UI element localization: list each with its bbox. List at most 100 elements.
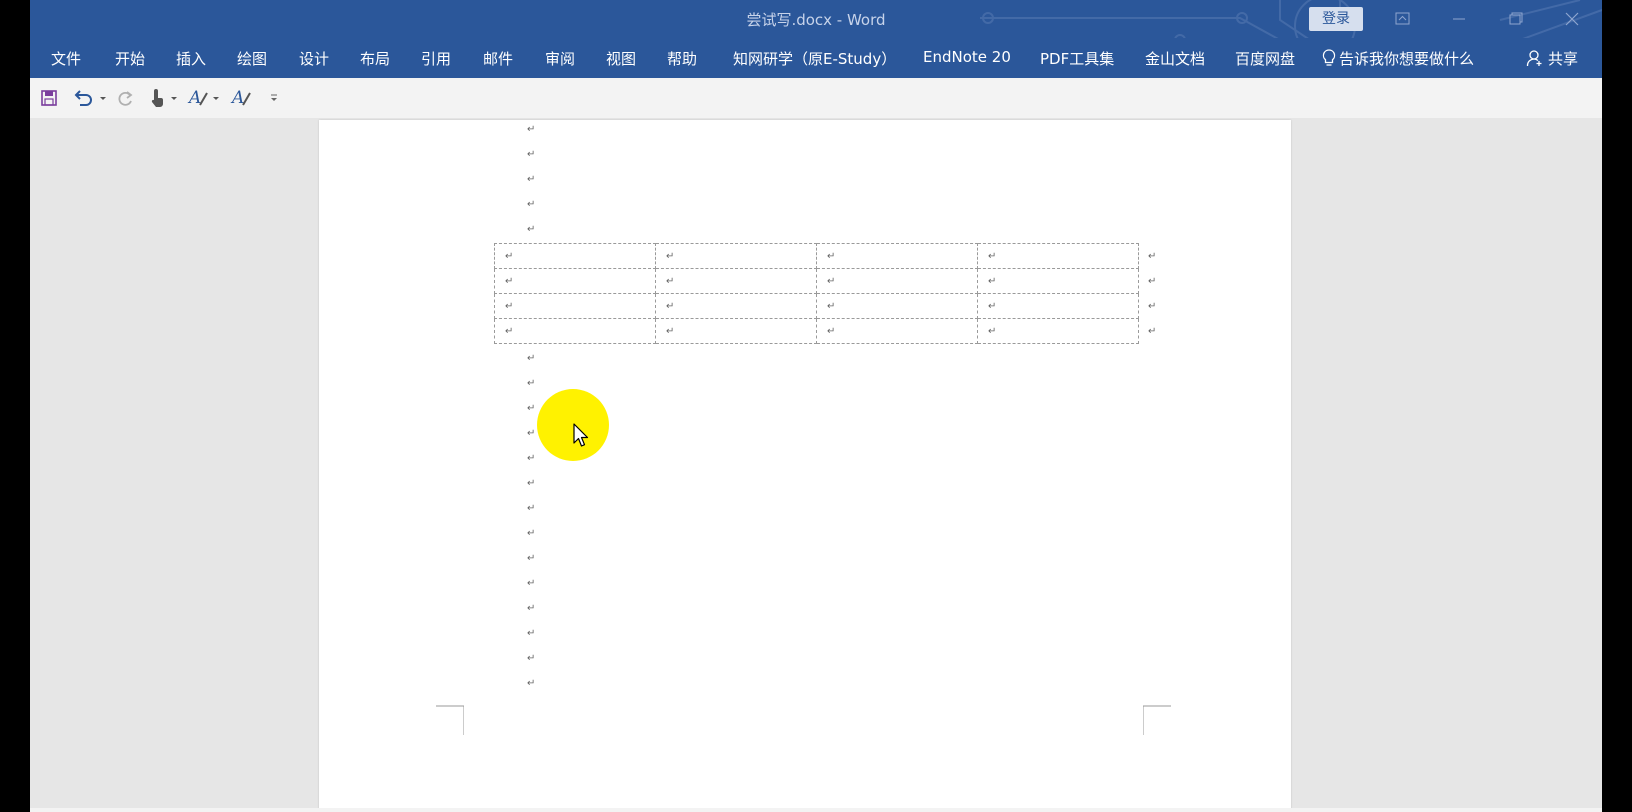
paragraph-mark: ↵ [527, 224, 536, 235]
row-end-mark: ↵ [1148, 251, 1157, 262]
ribbon-display-options-button[interactable] [1384, 6, 1420, 32]
document-table[interactable]: ↵ ↵ ↵ ↵ ↵ ↵ ↵ ↵ ↵ ↵ ↵ ↵ ↵ ↵ ↵ ↵ [494, 243, 1139, 344]
paragraph-mark: ↵ [527, 678, 536, 689]
minimize-button[interactable] [1441, 6, 1477, 32]
paragraph-mark: ↵ [527, 378, 536, 389]
svg-text:A: A [187, 88, 201, 108]
paragraph-mark: ↵ [527, 578, 536, 589]
tab-file[interactable]: 文件 [51, 48, 81, 69]
text-style-button[interactable]: A [230, 87, 256, 109]
svg-text:A: A [230, 88, 244, 108]
table-cell[interactable]: ↵ [816, 243, 978, 269]
restore-icon [1509, 12, 1523, 25]
touch-mode-icon [151, 89, 177, 107]
save-icon [41, 90, 57, 106]
ribbon-display-icon [1395, 12, 1410, 25]
tab-layout[interactable]: 布局 [360, 48, 390, 69]
close-button[interactable] [1554, 6, 1590, 32]
table-cell[interactable]: ↵ [816, 268, 978, 294]
margin-crop-mark-left [436, 705, 464, 735]
tab-review[interactable]: 审阅 [545, 48, 575, 69]
table-cell[interactable]: ↵ [655, 318, 817, 344]
word-window: 尝试写.docx - Word 登录 文件 开始 插入 绘图 设计 布局 引用 … [30, 0, 1602, 812]
paragraph-mark: ↵ [527, 174, 536, 185]
redo-button[interactable] [115, 87, 137, 109]
customize-dropdown-icon [271, 94, 277, 101]
minimize-icon [1453, 18, 1465, 20]
quick-access-toolbar: A A [30, 78, 1602, 118]
tab-kingsoft-docs[interactable]: 金山文档 [1145, 48, 1205, 69]
tab-mailings[interactable]: 邮件 [483, 48, 513, 69]
tell-me-label: 告诉我你想要做什么 [1339, 50, 1475, 68]
paragraph-mark: ↵ [527, 199, 536, 210]
paragraph-mark: ↵ [527, 453, 536, 464]
paragraph-mark: ↵ [527, 628, 536, 639]
paragraph-mark: ↵ [527, 149, 536, 160]
table-cell[interactable]: ↵ [494, 318, 656, 344]
tab-help[interactable]: 帮助 [667, 48, 697, 69]
table-row: ↵ ↵ ↵ ↵ [494, 268, 1139, 294]
row-end-mark: ↵ [1148, 326, 1157, 337]
mouse-pointer-icon [573, 423, 589, 447]
undo-icon [74, 90, 106, 106]
paragraph-mark: ↵ [527, 528, 536, 539]
paragraph-mark: ↵ [527, 403, 536, 414]
table-row: ↵ ↵ ↵ ↵ [494, 243, 1139, 269]
table-cell[interactable]: ↵ [816, 293, 978, 319]
document-page[interactable]: ↵ ↵ ↵ ↵ ↵ ↵ ↵ ↵ ↵ ↵ ↵ ↵ ↵ ↵ ↵ ↵ ↵ ↵ ↵ ↵ … [319, 120, 1291, 812]
paragraph-mark: ↵ [527, 478, 536, 489]
table-cell[interactable]: ↵ [655, 243, 817, 269]
table-cell[interactable]: ↵ [655, 293, 817, 319]
table-cell[interactable]: ↵ [977, 268, 1139, 294]
table-cell[interactable]: ↵ [977, 318, 1139, 344]
paragraph-mark: ↵ [527, 428, 536, 439]
row-end-mark: ↵ [1148, 276, 1157, 287]
paragraph-mark: ↵ [527, 124, 536, 135]
text-style-icon: A [230, 88, 251, 108]
undo-button[interactable] [71, 87, 107, 109]
status-bar [30, 808, 1602, 812]
format-painter-icon: A [187, 88, 219, 108]
table-cell[interactable]: ↵ [494, 293, 656, 319]
tab-home[interactable]: 开始 [115, 48, 145, 69]
touch-mode-button[interactable] [147, 87, 179, 109]
tell-me-search[interactable]: 告诉我你想要做什么 [1322, 48, 1474, 69]
tab-view[interactable]: 视图 [606, 48, 636, 69]
paragraph-mark: ↵ [527, 353, 536, 364]
paragraph-mark: ↵ [527, 553, 536, 564]
table-cell[interactable]: ↵ [816, 318, 978, 344]
table-row: ↵ ↵ ↵ ↵ [494, 318, 1139, 344]
share-button[interactable]: 共享 [1526, 48, 1578, 69]
table-cell[interactable]: ↵ [977, 243, 1139, 269]
tab-draw[interactable]: 绘图 [237, 48, 267, 69]
close-icon [1565, 12, 1579, 26]
share-label: 共享 [1548, 50, 1579, 68]
tab-baidu-netdisk[interactable]: 百度网盘 [1235, 48, 1295, 69]
tab-design[interactable]: 设计 [299, 48, 329, 69]
lightbulb-icon [1322, 49, 1336, 66]
redo-icon [118, 91, 133, 106]
tab-pdf-tools[interactable]: PDF工具集 [1040, 48, 1114, 69]
tab-references[interactable]: 引用 [421, 48, 451, 69]
restore-button[interactable] [1497, 6, 1533, 32]
paragraph-mark: ↵ [527, 603, 536, 614]
table-cell[interactable]: ↵ [494, 243, 656, 269]
customize-qat-button[interactable] [266, 87, 282, 109]
tab-estudy[interactable]: 知网研学（原E-Study） [733, 48, 896, 69]
table-cell[interactable]: ↵ [977, 293, 1139, 319]
table-cell[interactable]: ↵ [494, 268, 656, 294]
window-title: 尝试写.docx - Word [746, 11, 886, 29]
table-cell[interactable]: ↵ [655, 268, 817, 294]
paragraph-mark: ↵ [527, 653, 536, 664]
save-button[interactable] [39, 87, 59, 109]
row-end-mark: ↵ [1148, 301, 1157, 312]
tab-insert[interactable]: 插入 [176, 48, 206, 69]
title-bar: 尝试写.docx - Word 登录 [30, 0, 1602, 38]
login-button[interactable]: 登录 [1309, 7, 1363, 31]
share-person-icon [1526, 50, 1542, 67]
paragraph-mark: ↵ [527, 503, 536, 514]
format-painter-button[interactable]: A [187, 87, 221, 109]
table-row: ↵ ↵ ↵ ↵ [494, 293, 1139, 319]
margin-crop-mark-right [1143, 705, 1171, 735]
tab-endnote[interactable]: EndNote 20 [923, 48, 1011, 66]
